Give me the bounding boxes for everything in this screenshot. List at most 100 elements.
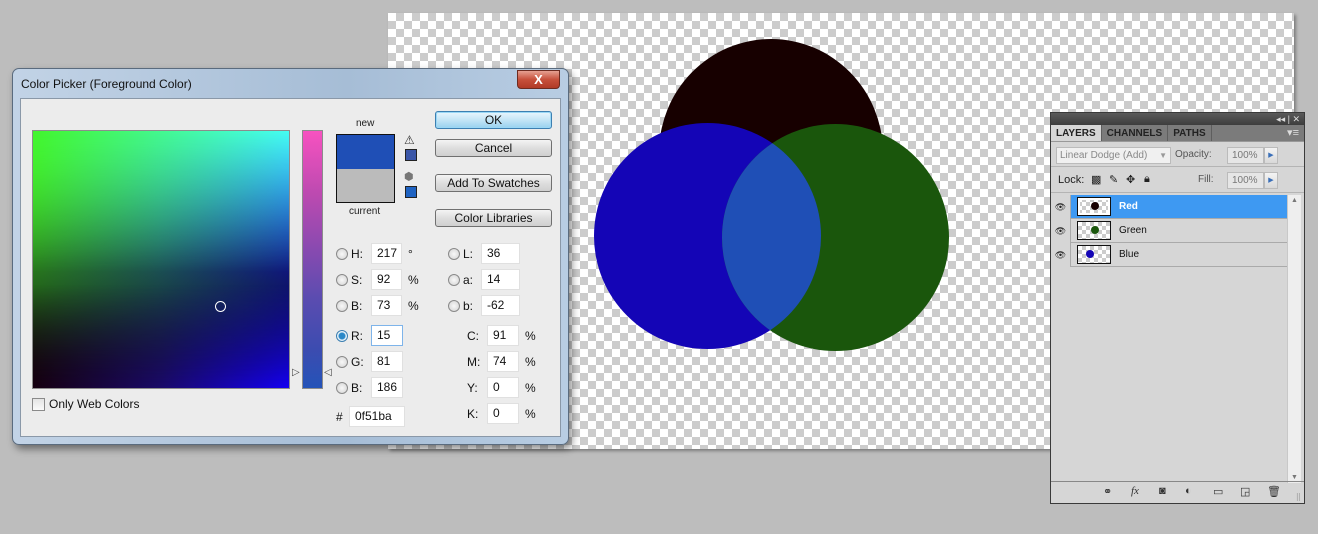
hex-input[interactable]: 0f51ba (349, 406, 405, 427)
lock-position-move-icon[interactable]: ✥ (1126, 173, 1135, 186)
b-field-row: b: -62 (448, 295, 520, 316)
close-button[interactable]: X (517, 70, 560, 89)
a-radio[interactable] (448, 273, 460, 286)
black-input[interactable]: 0 (487, 403, 519, 424)
only-web-colors-label: Only Web Colors (49, 397, 140, 411)
web-safe-swatch[interactable] (405, 186, 417, 198)
tab-channels[interactable]: CHANNELS (1102, 125, 1169, 141)
delete-layer-trash-icon[interactable]: 🗑︎ (1267, 485, 1281, 498)
scroll-down-icon[interactable]: ▼ (1291, 474, 1298, 481)
saturation-radio[interactable] (336, 273, 348, 286)
layer-name: Green (1119, 225, 1147, 236)
saturation-field-row: S: 92 % (336, 269, 419, 290)
dialog-title: Color Picker (Foreground Color) (21, 77, 192, 91)
layer-name: Blue (1119, 249, 1140, 260)
layer-row-red[interactable]: 👁︎ Red (1051, 194, 1288, 219)
visibility-eye-icon[interactable]: 👁︎ (1051, 218, 1071, 243)
blue-field-row: B: 186 (336, 377, 403, 398)
saturation-brightness-field[interactable] (32, 130, 290, 389)
layers-scrollbar[interactable]: ▲ ▼ (1287, 195, 1301, 483)
not-web-safe-cube-icon[interactable]: ⬢ (404, 170, 414, 183)
a-field-row: a: 14 (448, 269, 520, 290)
ok-button[interactable]: OK (435, 111, 552, 129)
link-layers-icon[interactable]: ⚭ (1103, 485, 1112, 498)
red-input[interactable]: 15 (371, 325, 403, 346)
out-of-gamut-warning-icon[interactable]: ⚠ (404, 133, 415, 147)
lock-image-pixels-brush-icon[interactable]: ✎ (1109, 173, 1118, 186)
tab-layers[interactable]: LAYERS (1051, 125, 1102, 141)
panel-collapse-close-bar[interactable]: ◂◂ | ✕ (1051, 113, 1304, 125)
current-color-swatch[interactable] (337, 169, 394, 202)
hue-slider-left-arrow-icon[interactable]: ▷ (292, 367, 300, 378)
fill-input[interactable]: 100% (1227, 172, 1264, 189)
blend-mode-select[interactable]: Linear Dodge (Add) ▼ (1056, 147, 1171, 164)
magenta-input[interactable]: 74 (487, 351, 519, 372)
red-radio[interactable] (336, 329, 348, 342)
new-group-folder-icon[interactable]: ▭ (1213, 485, 1223, 498)
blue-input[interactable]: 186 (371, 377, 403, 398)
checkbox[interactable] (32, 397, 45, 411)
magenta-field-row: M: 74 % (467, 351, 536, 372)
lock-transparent-pixels-icon[interactable]: ▩ (1091, 173, 1101, 186)
fill-label: Fill: (1198, 174, 1214, 185)
hue-input[interactable]: 217 (371, 243, 402, 264)
black-label: K: (467, 406, 479, 421)
blue-radio[interactable] (336, 381, 348, 394)
visibility-eye-icon[interactable]: 👁︎ (1051, 194, 1071, 219)
cyan-label: C: (467, 328, 479, 343)
blend-opacity-row: Linear Dodge (Add) ▼ Opacity: 100% ▶ (1051, 142, 1304, 167)
lightness-label: L: (463, 246, 474, 261)
tab-paths[interactable]: PATHS (1168, 125, 1212, 141)
yellow-input[interactable]: 0 (487, 377, 519, 398)
layers-list: 👁︎ Red 👁︎ Green 👁︎ Blue (1051, 194, 1288, 267)
saturation-input[interactable]: 92 (371, 269, 402, 290)
color-picker-dialog: Color Picker (Foreground Color) X ▷ ◁ On… (12, 68, 569, 445)
green-field-row: G: 81 (336, 351, 403, 372)
hue-slider-right-arrow-icon[interactable]: ◁ (324, 367, 332, 378)
yellow-label: Y: (467, 380, 478, 395)
brightness-radio[interactable] (336, 299, 348, 312)
color-cursor[interactable] (215, 301, 226, 312)
scroll-up-icon[interactable]: ▲ (1291, 197, 1298, 204)
hue-radio[interactable] (336, 247, 348, 260)
color-comparison-swatch (336, 134, 395, 203)
green-input[interactable]: 81 (371, 351, 403, 372)
lock-all-icon[interactable]: 🔒︎ (1144, 173, 1150, 186)
b-radio[interactable] (448, 299, 460, 312)
only-web-colors-checkbox[interactable]: Only Web Colors (32, 397, 139, 411)
new-layer-icon[interactable]: ◲ (1240, 485, 1250, 498)
b-input[interactable]: -62 (481, 295, 520, 316)
magenta-label: M: (467, 354, 481, 369)
opacity-input[interactable]: 100% (1227, 147, 1264, 164)
hue-slider[interactable] (302, 130, 323, 389)
layer-row-blue[interactable]: 👁︎ Blue (1051, 242, 1288, 267)
blend-mode-value: Linear Dodge (Add) (1060, 150, 1148, 161)
a-input[interactable]: 14 (481, 269, 520, 290)
a-label: a: (463, 272, 474, 287)
visibility-eye-icon[interactable]: 👁︎ (1051, 242, 1071, 267)
layer-name: Red (1119, 201, 1138, 212)
gamut-correction-swatch[interactable] (405, 149, 417, 161)
opacity-slider-arrow-icon[interactable]: ▶ (1264, 147, 1278, 164)
green-radio[interactable] (336, 355, 348, 368)
add-to-swatches-button[interactable]: Add To Swatches (435, 174, 552, 192)
fill-slider-arrow-icon[interactable]: ▶ (1264, 172, 1278, 189)
panel-menu-icon[interactable]: ▾≡ (1287, 125, 1299, 142)
panel-tabs: LAYERS CHANNELS PATHS ▾≡ (1051, 125, 1304, 142)
resize-grip-icon[interactable]: ⣿ (1296, 493, 1301, 501)
add-layer-mask-icon[interactable]: ◙ (1159, 485, 1166, 497)
fx-layer-style-icon[interactable]: fx (1131, 485, 1139, 497)
lightness-input[interactable]: 36 (481, 243, 520, 264)
cyan-input[interactable]: 91 (487, 325, 519, 346)
percent-unit: % (525, 380, 536, 395)
b-label: b: (463, 298, 474, 313)
adjustment-layer-icon[interactable]: ◐ (1185, 485, 1192, 497)
hue-field-row: H: 217 ° (336, 243, 413, 264)
color-libraries-button[interactable]: Color Libraries (435, 209, 552, 227)
green-circle (722, 124, 949, 351)
layer-row-green[interactable]: 👁︎ Green (1051, 218, 1288, 243)
cancel-button[interactable]: Cancel (435, 139, 552, 157)
lightness-radio[interactable] (448, 247, 460, 260)
percent-unit: % (408, 298, 419, 313)
brightness-input[interactable]: 73 (371, 295, 402, 316)
